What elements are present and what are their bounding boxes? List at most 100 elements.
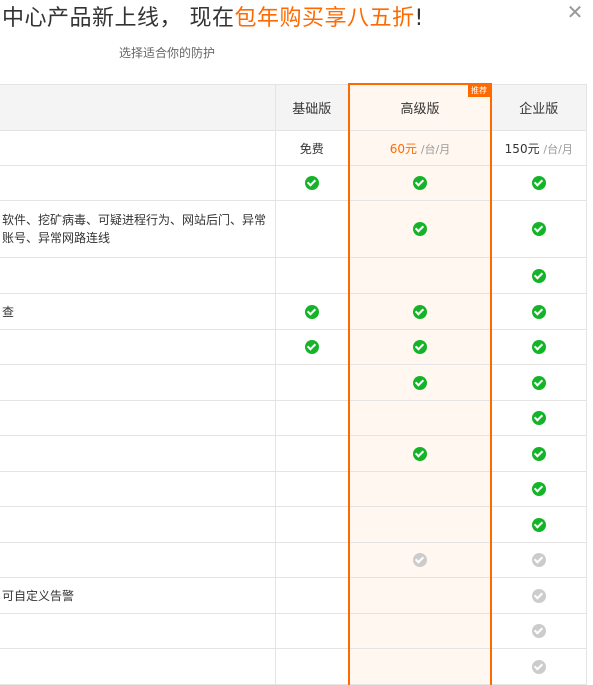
- feature-label: [0, 329, 275, 365]
- title-prefix: 中心产品新上线， 现在: [2, 6, 235, 31]
- check-icon: [304, 304, 319, 319]
- check-icon: [413, 222, 427, 237]
- feature-label: 查: [0, 293, 275, 330]
- feature-row: [0, 165, 587, 201]
- check-disabled-icon: [531, 624, 546, 639]
- check-icon: [413, 176, 427, 191]
- check-icon: [531, 411, 546, 426]
- price-row: 免费 60元 /台/月 150元 /台/月: [0, 130, 587, 166]
- dialog-header: 中心产品新上线， 现在包年购买享八五折! ✕ 选择适合你的防护: [0, 0, 593, 62]
- close-icon[interactable]: ✕: [565, 2, 585, 22]
- cell-enterprise: [490, 648, 587, 685]
- cell-enterprise: [490, 364, 587, 401]
- feature-label: [0, 400, 275, 436]
- check-icon: [531, 304, 546, 319]
- plan-basic-header: 基础版: [274, 83, 349, 131]
- feature-row: [0, 329, 587, 365]
- check-icon: [413, 446, 427, 461]
- cell-advanced: [348, 257, 492, 294]
- subtitle: 选择适合你的防护: [119, 46, 216, 60]
- cell-enterprise: [490, 577, 587, 614]
- price-row-label: [0, 130, 275, 166]
- check-icon: [304, 340, 319, 355]
- cell-basic: [274, 257, 349, 294]
- feature-row: [0, 435, 587, 472]
- feature-label: [0, 613, 275, 649]
- cell-basic: [274, 400, 349, 436]
- check-icon: [413, 340, 427, 355]
- cell-basic: [274, 364, 349, 401]
- cell-advanced: [348, 542, 492, 578]
- check-icon: [413, 304, 427, 319]
- cell-enterprise: [490, 257, 587, 294]
- cell-basic: [274, 329, 349, 365]
- recommended-badge: 推荐: [468, 85, 490, 97]
- feature-row: 查: [0, 293, 587, 330]
- check-icon: [531, 222, 546, 237]
- check-icon: [531, 482, 546, 497]
- feature-label: 可自定义告警: [0, 577, 275, 614]
- cell-basic: [274, 506, 349, 543]
- cell-enterprise: [490, 165, 587, 201]
- feature-row: [0, 364, 587, 401]
- feature-column-header: [0, 83, 275, 131]
- cell-enterprise: [490, 471, 587, 507]
- price-enterprise-amount: 150元: [504, 141, 540, 156]
- check-icon: [531, 517, 546, 532]
- price-advanced-amount: 60元: [389, 141, 418, 156]
- cell-basic: [274, 613, 349, 649]
- feature-label: [0, 471, 275, 507]
- feature-label: [0, 648, 275, 685]
- feature-row: 软件、挖矿病毒、可疑进程行为、网站后门、异常账号、异常网路连线: [0, 200, 587, 258]
- check-icon: [304, 176, 319, 191]
- cell-basic: [274, 435, 349, 472]
- check-icon: [531, 446, 546, 461]
- feature-label: [0, 542, 275, 578]
- feature-row: [0, 471, 587, 507]
- cell-advanced: [348, 165, 492, 201]
- cell-basic: [274, 293, 349, 330]
- plan-header-row: 基础版 高级版 推荐 企业版: [0, 83, 587, 131]
- cell-advanced: [348, 613, 492, 649]
- cell-enterprise: [490, 329, 587, 365]
- feature-row: [0, 648, 587, 685]
- check-icon: [531, 176, 546, 191]
- cell-enterprise: [490, 506, 587, 543]
- feature-row: [0, 542, 587, 578]
- cell-enterprise: [490, 542, 587, 578]
- cell-enterprise: [490, 400, 587, 436]
- cell-enterprise: [490, 613, 587, 649]
- feature-row: [0, 257, 587, 294]
- cell-basic: [274, 648, 349, 685]
- feature-row: [0, 613, 587, 649]
- plan-advanced-header: 高级版 推荐: [348, 83, 492, 131]
- cell-advanced: [348, 293, 492, 330]
- feature-label: [0, 257, 275, 294]
- cell-advanced: [348, 577, 492, 614]
- cell-advanced: [348, 435, 492, 472]
- plan-comparison-table: 基础版 高级版 推荐 企业版 免费 60元 /台/月 150元 /台/月 软件、…: [0, 83, 587, 685]
- cell-basic: [274, 200, 349, 258]
- cell-basic: [274, 542, 349, 578]
- check-disabled-icon: [531, 588, 546, 603]
- feature-label: [0, 435, 275, 472]
- check-disabled-icon: [413, 553, 427, 568]
- feature-row: [0, 506, 587, 543]
- check-icon: [531, 340, 546, 355]
- plan-enterprise-header: 企业版: [490, 83, 587, 131]
- check-icon: [413, 375, 427, 390]
- cell-advanced: [348, 471, 492, 507]
- feature-label: 软件、挖矿病毒、可疑进程行为、网站后门、异常账号、异常网路连线: [0, 200, 275, 258]
- check-disabled-icon: [531, 553, 546, 568]
- cell-basic: [274, 471, 349, 507]
- price-enterprise-unit: /台/月: [543, 142, 573, 156]
- cell-enterprise: [490, 200, 587, 258]
- price-enterprise: 150元 /台/月: [490, 130, 587, 166]
- cell-enterprise: [490, 435, 587, 472]
- cell-enterprise: [490, 293, 587, 330]
- check-icon: [531, 375, 546, 390]
- cell-advanced: [348, 648, 492, 685]
- title-suffix: !: [414, 6, 424, 31]
- cell-advanced: [348, 506, 492, 543]
- plan-advanced-label: 高级版: [400, 102, 440, 117]
